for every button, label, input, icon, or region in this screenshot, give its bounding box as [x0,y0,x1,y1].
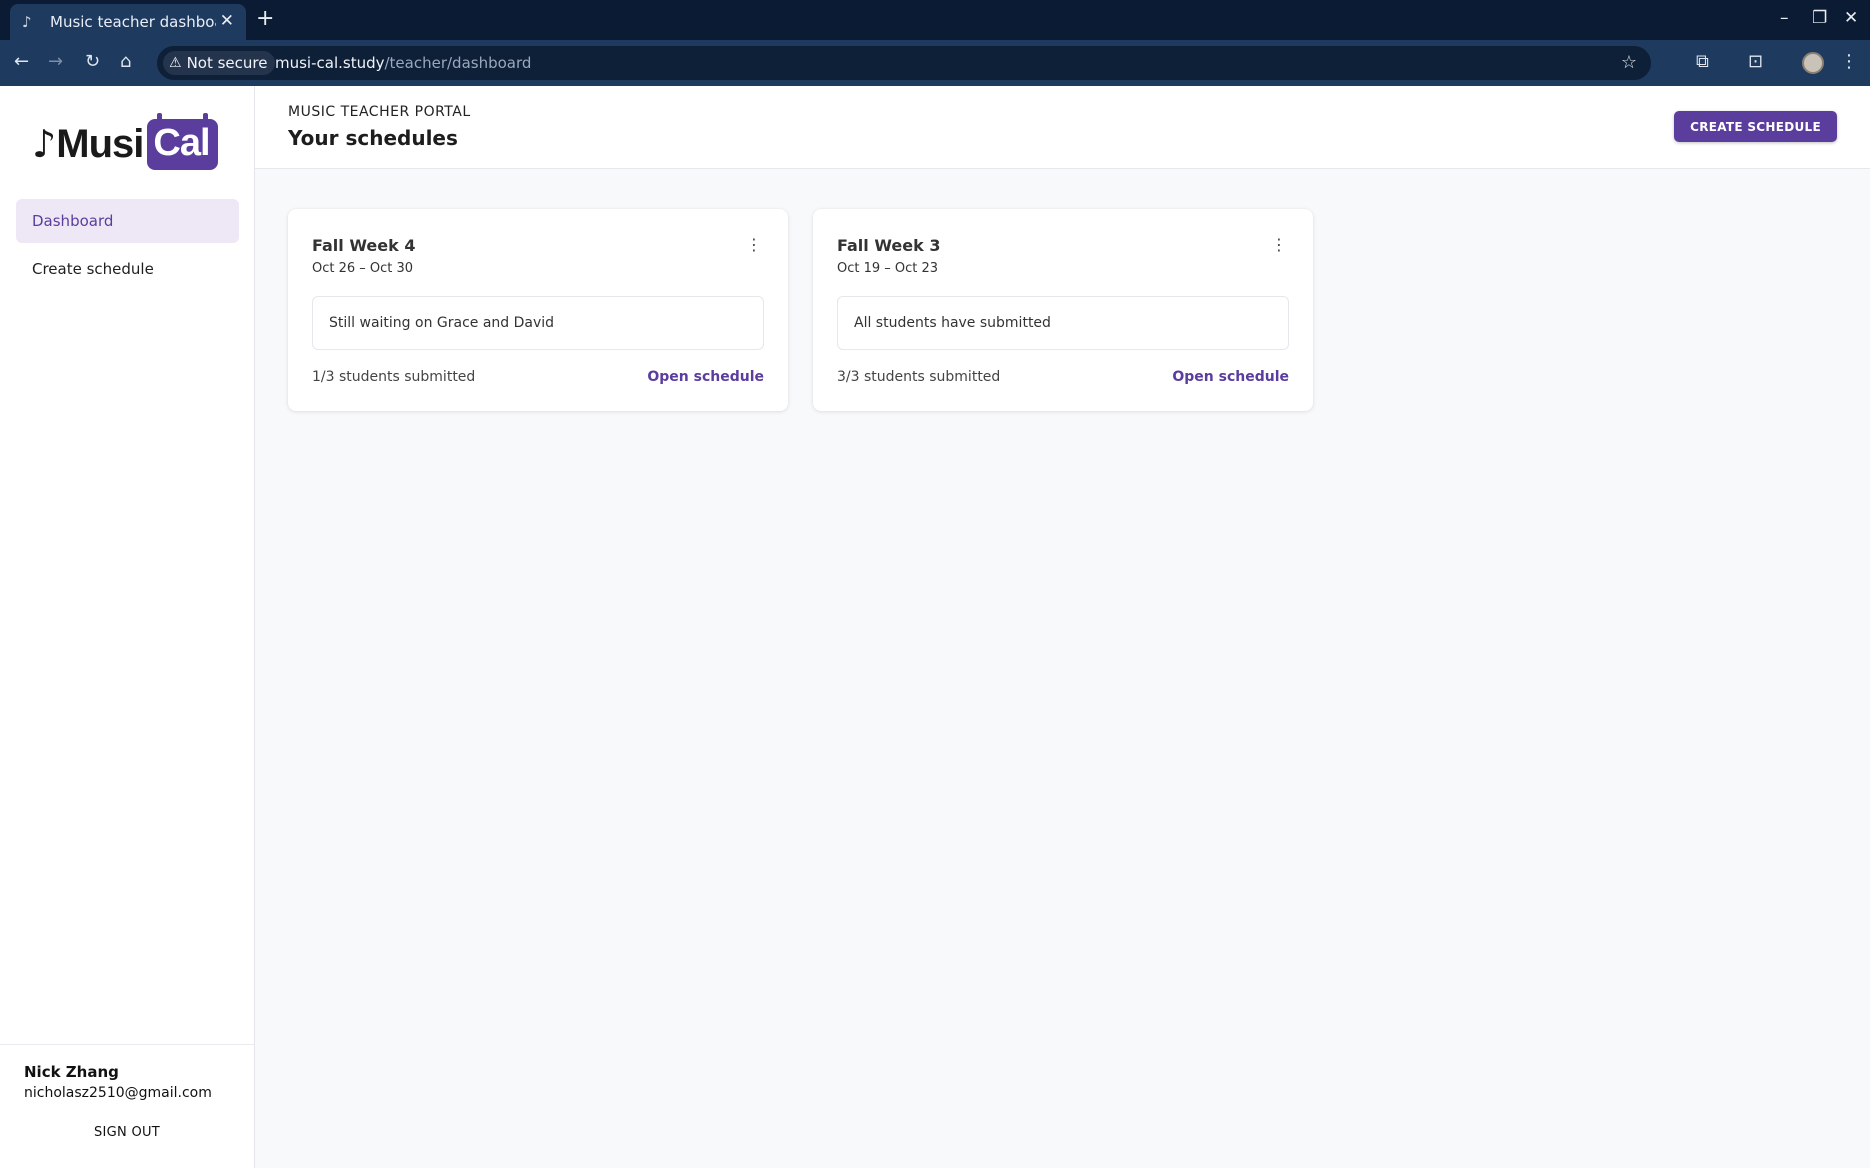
warning-icon: ⚠ [169,55,182,71]
submission-count: 3/3 students submitted [837,369,1001,385]
puzzle-icon[interactable]: ⧉ [1696,51,1709,72]
address-bar[interactable]: ⚠ Not secure musi-cal.study/teacher/dash… [157,46,1651,80]
security-label: Not secure [186,54,268,72]
browser-tab-bar: ♪ Music teacher dashboard ✕ + – ❐ ✕ [0,0,1870,40]
reload-icon[interactable]: ↻ [85,51,100,72]
sidebar-item-label: Create schedule [32,260,154,278]
schedule-note-text: Still waiting on Grace and David [329,315,555,331]
arrow-left-icon[interactable]: ← [14,51,29,72]
more-vertical-icon[interactable]: ⋮ [1271,237,1287,253]
schedule-note: All students have submitted [837,296,1289,350]
plus-icon[interactable]: + [256,6,274,31]
tab-title: Music teacher dashboard [50,13,216,31]
more-vertical-icon[interactable]: ⋮ [746,237,762,253]
user-email: nicholasz2510@gmail.com [24,1085,212,1101]
music-note-icon: ♪ [32,122,57,166]
home-icon[interactable]: ⌂ [120,51,131,72]
submission-count: 1/3 students submitted [312,369,476,385]
star-icon[interactable]: ☆ [1621,52,1637,73]
musical-logo: ♪ Musi Cal [32,112,218,172]
restore-icon[interactable]: ❐ [1812,8,1827,28]
portal-eyebrow: MUSIC TEACHER PORTAL [288,104,471,120]
window-close-icon[interactable]: ✕ [1844,8,1858,28]
sidebar: ♪ Musi Cal Dashboard Create schedule Nic… [0,86,255,1168]
profile-avatar[interactable] [1802,52,1824,74]
schedule-title: Fall Week 4 [312,236,416,255]
page-title: Your schedules [288,126,458,150]
schedule-card: Fall Week 4 Oct 26 – Oct 30 ⋮ Still wait… [288,209,788,411]
sidebar-item-create-schedule[interactable]: Create schedule [16,247,239,291]
user-panel: Nick Zhang nicholasz2510@gmail.com SIGN … [0,1044,254,1168]
page-header: MUSIC TEACHER PORTAL Your schedules CREA… [255,86,1870,169]
tab-search-icon[interactable]: ⊡ [1748,51,1763,72]
sign-out-button[interactable]: SIGN OUT [0,1125,254,1140]
arrow-right-icon[interactable]: → [48,51,63,72]
music-note-icon: ♪ [22,13,32,31]
browser-toolbar: ← → ↻ ⌂ ⚠ Not secure musi-cal.study/teac… [0,40,1870,86]
logo-text-cal: Cal [147,112,218,170]
schedule-title: Fall Week 3 [837,236,941,255]
url-host: musi-cal.study [275,54,385,72]
open-schedule-link[interactable]: Open schedule [647,369,764,385]
browser-tab[interactable]: ♪ Music teacher dashboard ✕ [10,4,246,40]
url-path: /teacher/dashboard [384,54,532,72]
schedule-dates: Oct 26 – Oct 30 [312,261,414,276]
open-schedule-link[interactable]: Open schedule [1172,369,1289,385]
close-icon[interactable]: ✕ [220,11,234,31]
security-indicator[interactable]: ⚠ Not secure [163,51,276,75]
sidebar-item-label: Dashboard [32,212,114,230]
sidebar-item-dashboard[interactable]: Dashboard [16,199,239,243]
menu-vertical-icon[interactable]: ⋮ [1840,51,1858,72]
logo-text-musi: Musi [56,121,144,166]
schedule-note-text: All students have submitted [854,315,1051,331]
user-name: Nick Zhang [24,1063,119,1081]
create-schedule-button[interactable]: CREATE SCHEDULE [1674,111,1837,142]
schedule-dates: Oct 19 – Oct 23 [837,261,939,276]
minimize-icon[interactable]: – [1780,8,1789,28]
schedule-card: Fall Week 3 Oct 19 – Oct 23 ⋮ All studen… [813,209,1313,411]
url-text[interactable]: musi-cal.study/teacher/dashboard [275,54,531,72]
main-content: MUSIC TEACHER PORTAL Your schedules CREA… [255,86,1870,1168]
schedule-note: Still waiting on Grace and David [312,296,764,350]
app-root: ♪ Musi Cal Dashboard Create schedule Nic… [0,86,1870,1168]
